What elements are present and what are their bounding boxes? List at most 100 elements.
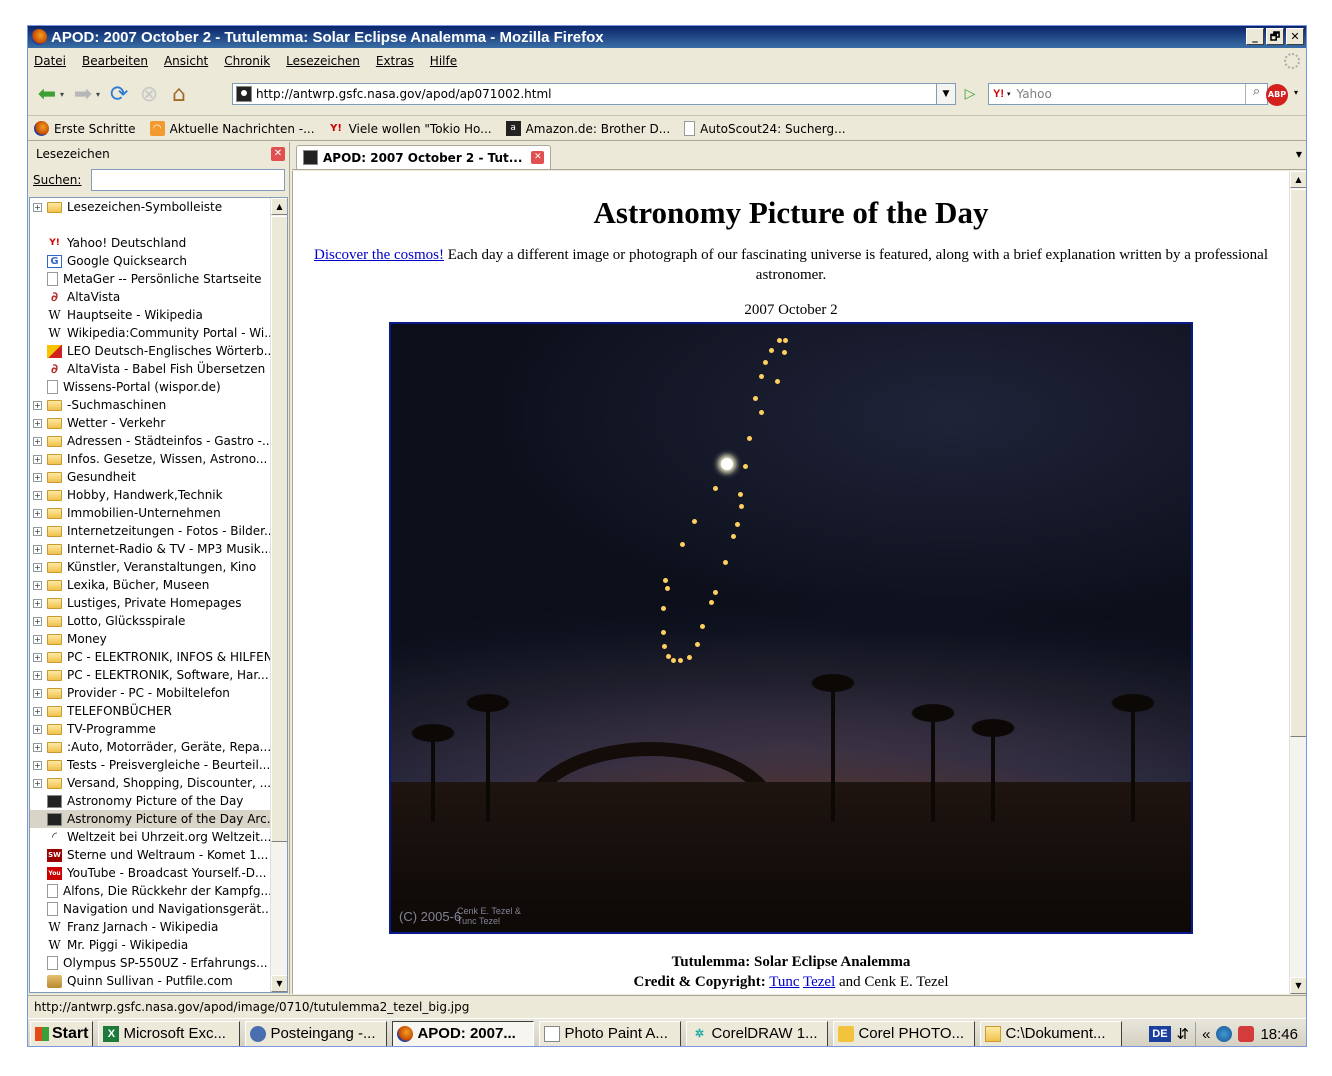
expand-plus-icon[interactable]: + <box>33 544 42 554</box>
scrollbar-thumb[interactable] <box>1290 189 1306 737</box>
search-input[interactable]: Yahoo <box>1017 87 1245 101</box>
expand-plus-icon[interactable]: + <box>33 598 42 608</box>
menu-lesezeichen[interactable]: Lesezeichen <box>286 54 360 68</box>
antivirus-icon[interactable] <box>1238 1026 1255 1042</box>
expand-plus-icon[interactable]: + <box>33 652 42 662</box>
bookmark-folder[interactable]: + Money <box>30 630 270 648</box>
bookmark-folder[interactable]: + Tests - Preisvergleiche - Beurteil... <box>30 756 270 774</box>
bookmark-item[interactable]: Navigation und Navigationsgerät... <box>30 900 270 918</box>
expand-plus-icon[interactable]: + <box>33 634 42 644</box>
taskbar-button-photopaint[interactable]: Photo Paint A... <box>539 1020 682 1046</box>
yahoo-engine-icon[interactable]: Y! <box>993 88 1004 100</box>
expand-plus-icon[interactable]: + <box>33 562 42 572</box>
bookmark-folder[interactable]: + Versand, Shopping, Discounter, ... <box>30 774 270 792</box>
bookmark-item[interactable]: Olympus SP-550UZ - Erfahrungs... <box>30 954 270 972</box>
sidebar-search-input[interactable] <box>91 169 286 191</box>
bookmark-item[interactable]: W Hauptseite - Wikipedia <box>30 306 270 324</box>
expand-plus-icon[interactable]: + <box>33 202 42 212</box>
expand-plus-icon[interactable]: + <box>33 742 42 752</box>
bookmark-item[interactable]: You YouTube - Broadcast Yourself.-D... <box>30 864 270 882</box>
bookmark-folder[interactable]: + Gesundheit <box>30 468 270 486</box>
bookmark-aktuelle-nachrichten[interactable]: ◠ Aktuelle Nachrichten -... <box>149 121 315 136</box>
tab-list-dropdown-icon[interactable]: ▼ <box>1296 150 1302 159</box>
search-magnifier-icon[interactable]: ⌕ <box>1245 84 1267 104</box>
url-history-dropdown[interactable]: ▼ <box>936 83 956 105</box>
close-button[interactable]: ✕ <box>1286 28 1304 45</box>
taskbar-button-outlook[interactable]: Posteingang -... <box>245 1020 388 1046</box>
bookmark-folder[interactable]: + PC - ELEKTRONIK, INFOS & HILFEN <box>30 648 270 666</box>
bookmark-folder[interactable]: + Lotto, Glücksspirale <box>30 612 270 630</box>
expand-plus-icon[interactable]: + <box>33 670 42 680</box>
network-icon[interactable] <box>1216 1026 1233 1042</box>
expand-plus-icon[interactable]: + <box>33 436 42 446</box>
bookmark-autoscout24[interactable]: AutoScout24: Sucherg... <box>684 121 846 136</box>
expand-plus-icon[interactable]: + <box>33 706 42 716</box>
expand-plus-icon[interactable]: + <box>33 526 42 536</box>
bookmark-folder[interactable]: + Infos. Gesetze, Wissen, Astrono... <box>30 450 270 468</box>
scroll-down-arrow-icon[interactable]: ▼ <box>1290 977 1306 994</box>
bookmark-folder[interactable]: + Lustiges, Private Homepages <box>30 594 270 612</box>
bookmark-folder[interactable]: + -Suchmaschinen <box>30 396 270 414</box>
discover-cosmos-link[interactable]: Discover the cosmos! <box>314 247 444 263</box>
tray-options-icon[interactable]: ⇵ <box>1177 1025 1190 1043</box>
bookmark-amazon[interactable]: a Amazon.de: Brother D... <box>505 121 670 136</box>
sidebar-scrollbar[interactable]: ▲ ▼ <box>270 198 287 992</box>
menu-chronik[interactable]: Chronik <box>224 54 270 68</box>
bookmark-item[interactable]: ◜ Weltzeit bei Uhrzeit.org Weltzeit... <box>30 828 270 846</box>
expand-plus-icon[interactable]: + <box>33 760 42 770</box>
bookmark-folder[interactable]: + PC - ELEKTRONIK, Software, Har... <box>30 666 270 684</box>
reload-icon[interactable]: ⟳ <box>106 82 132 108</box>
bookmark-tokio-hotel[interactable]: Y! Viele wollen "Tokio Ho... <box>329 121 491 136</box>
stop-icon[interactable]: ⊗ <box>136 82 162 108</box>
bookmark-item[interactable]: LEO Deutsch-Englisches Wörterb... <box>30 342 270 360</box>
taskbar-button-explorer[interactable]: C:\Dokument... <box>980 1020 1123 1046</box>
expand-plus-icon[interactable]: + <box>33 472 42 482</box>
address-bar[interactable]: http://antwrp.gsfc.nasa.gov/apod/ap07100… <box>232 83 956 105</box>
apod-image-link[interactable]: (C) 2005-6 Cenk E. Tezel & Tunc Tezel <box>389 322 1193 934</box>
title-bar[interactable]: APOD: 2007 October 2 - Tutulemma: Solar … <box>28 26 1306 48</box>
menu-ansicht[interactable]: Ansicht <box>164 54 208 68</box>
start-button[interactable]: Start <box>30 1020 94 1046</box>
bookmark-item[interactable]: Y! Yahoo! Deutschland <box>30 234 270 252</box>
bookmark-erste-schritte[interactable]: Erste Schritte <box>34 121 136 136</box>
bookmark-folder[interactable]: + Lexika, Bücher, Museen <box>30 576 270 594</box>
page-scrollbar[interactable]: ▲ ▼ <box>1289 171 1306 994</box>
url-text[interactable]: http://antwrp.gsfc.nasa.gov/apod/ap07100… <box>256 87 552 101</box>
menu-hilfe[interactable]: Hilfe <box>430 54 457 68</box>
expand-plus-icon[interactable]: + <box>33 490 42 500</box>
scrollbar-thumb[interactable] <box>271 216 287 842</box>
bookmark-item[interactable]: SW Sterne und Weltraum - Komet 1... <box>30 846 270 864</box>
bookmark-item[interactable]: ∂ AltaVista <box>30 288 270 306</box>
menu-datei[interactable]: Datei <box>34 54 66 68</box>
expand-plus-icon[interactable]: + <box>33 400 42 410</box>
bookmark-folder[interactable]: + Wetter - Verkehr <box>30 414 270 432</box>
back-arrow-icon[interactable]: ⬅ <box>34 82 60 108</box>
bookmark-item[interactable]: Astronomy Picture of the Day Arc... <box>30 810 270 828</box>
taskbar-button-coreldraw[interactable]: ✲ CorelDRAW 1... <box>686 1020 829 1046</box>
expand-plus-icon[interactable]: + <box>33 454 42 464</box>
bookmark-item[interactable]: W Wikipedia:Community Portal - Wi... <box>30 324 270 342</box>
expand-plus-icon[interactable]: + <box>33 616 42 626</box>
minimize-button[interactable]: _ <box>1246 28 1264 45</box>
credit-link-tezel[interactable]: Tezel <box>803 974 835 990</box>
tab-apod[interactable]: APOD: 2007 October 2 - Tut... ✕ <box>296 145 552 169</box>
menu-extras[interactable]: Extras <box>376 54 414 68</box>
forward-arrow-icon[interactable]: ➡ <box>70 82 96 108</box>
bookmark-folder[interactable]: + Adressen - Städteinfos - Gastro -... <box>30 432 270 450</box>
bookmark-folder[interactable]: + TELEFONBÜCHER <box>30 702 270 720</box>
maximize-button[interactable]: 🗗 <box>1266 28 1284 45</box>
expand-plus-icon[interactable]: + <box>33 580 42 590</box>
bookmark-folder[interactable]: + TV-Programme <box>30 720 270 738</box>
taskbar-button-corel-photo[interactable]: Corel PHOTO... <box>833 1020 976 1046</box>
adblock-dropdown-icon[interactable]: ▾ <box>1294 88 1298 97</box>
engine-dropdown-icon[interactable]: ▾ <box>1007 90 1011 98</box>
adblock-plus-icon[interactable]: ABP <box>1266 84 1288 106</box>
bookmark-folder[interactable]: + Internet-Radio & TV - MP3 Musik... <box>30 540 270 558</box>
bookmark-item[interactable]: Alfons, Die Rückkehr der Kampfg... <box>30 882 270 900</box>
menu-bearbeiten[interactable]: Bearbeiten <box>82 54 148 68</box>
taskbar-button-firefox[interactable]: APOD: 2007... <box>392 1020 535 1046</box>
expand-plus-icon[interactable]: + <box>33 724 42 734</box>
bookmark-folder[interactable]: + Künstler, Veranstaltungen, Kino <box>30 558 270 576</box>
expand-plus-icon[interactable]: + <box>33 688 42 698</box>
bookmark-item[interactable]: Wissens-Portal (wispor.de) <box>30 378 270 396</box>
